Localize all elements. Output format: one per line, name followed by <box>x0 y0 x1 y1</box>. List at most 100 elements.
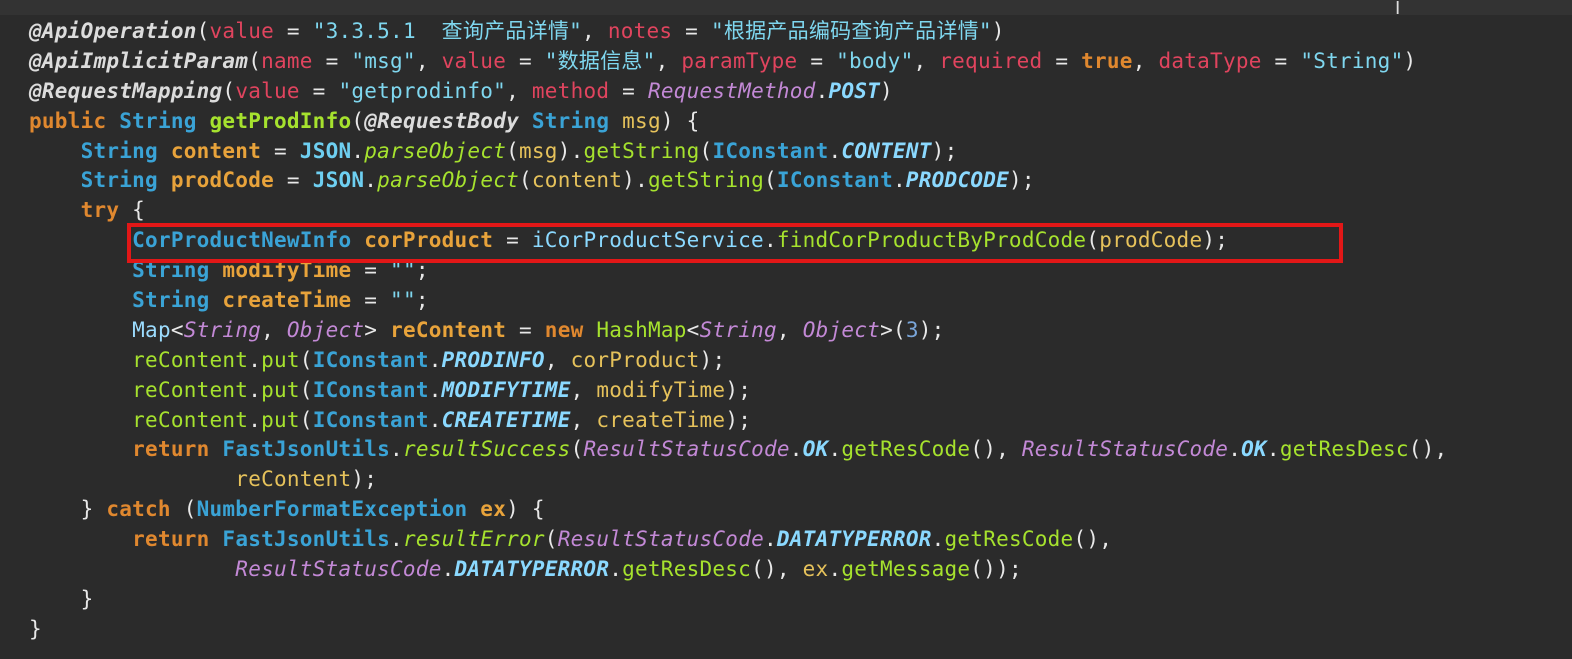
code-token: , <box>913 48 940 73</box>
code-token: ); <box>931 138 958 163</box>
code-token: public <box>29 108 107 133</box>
code-line[interactable]: @RequestMapping(value = "getprodinfo", m… <box>29 77 1447 107</box>
code-area[interactable]: @ApiOperation(value = "3.3.5.1 查询产品详情", … <box>29 17 1447 645</box>
code-token: = <box>312 48 352 73</box>
code-token: < <box>170 317 184 342</box>
code-token: getResDesc <box>622 557 752 582</box>
code-line[interactable]: ResultStatusCode.DATATYPERROR.getResDesc… <box>29 555 1447 585</box>
code-line[interactable]: } <box>29 585 1447 615</box>
code-line[interactable]: Map<String, Object> reContent = new Hash… <box>29 316 1447 346</box>
editor-top-bar <box>0 0 1572 15</box>
code-token: content <box>531 168 623 193</box>
code-token: . <box>828 138 842 163</box>
code-token: true <box>1081 48 1133 73</box>
code-line[interactable]: } catch (NumberFormatException ex) { <box>29 495 1447 525</box>
code-token: resultError <box>402 527 545 552</box>
code-line[interactable]: } <box>29 615 1447 645</box>
code-token: . <box>828 557 842 582</box>
code-token: = <box>609 78 648 103</box>
code-line[interactable]: return FastJsonUtils.resultSuccess(Resul… <box>29 435 1447 465</box>
code-line[interactable]: reContent.put(IConstant.PRODINFO, corPro… <box>29 346 1447 376</box>
code-token: dataType <box>1158 48 1262 73</box>
code-token: , <box>570 407 597 432</box>
code-token: POST <box>828 78 881 103</box>
code-line[interactable]: @ApiImplicitParam(name = "msg", value = … <box>29 47 1447 77</box>
code-token: ) <box>991 19 1005 43</box>
code-token: notes <box>607 19 673 43</box>
code-token: ); <box>1009 168 1035 193</box>
code-token: . <box>609 557 623 582</box>
code-line[interactable]: try { <box>29 196 1447 226</box>
code-token: , <box>415 48 442 73</box>
code-editor[interactable]: @ApiOperation(value = "3.3.5.1 查询产品详情", … <box>0 0 1572 659</box>
code-token: ex <box>802 557 829 582</box>
code-line[interactable]: return FastJsonUtils.resultError(ResultS… <box>29 525 1447 555</box>
code-line[interactable]: String createTime = ""; <box>29 286 1447 316</box>
code-line[interactable]: reContent.put(IConstant.MODIFYTIME, modi… <box>29 376 1447 406</box>
code-token: value <box>209 19 274 43</box>
code-line[interactable]: reContent); <box>29 465 1447 495</box>
code-line[interactable]: reContent.put(IConstant.CREATETIME, crea… <box>29 406 1447 436</box>
code-token: , <box>570 377 597 402</box>
code-token: content <box>170 138 262 163</box>
code-token: ( <box>222 78 236 103</box>
code-token: iCorProductService <box>531 228 764 253</box>
code-token: "body" <box>836 48 914 73</box>
code-token: "getprodinfo" <box>338 78 507 103</box>
code-line[interactable]: String prodCode = JSON.parseObject(conte… <box>29 166 1447 196</box>
code-token: "数据信息" <box>544 48 656 73</box>
code-line[interactable]: public String getProdInfo(@RequestBody S… <box>29 107 1447 137</box>
code-token: ); <box>1202 228 1229 253</box>
code-token: RequestMethod <box>647 78 816 103</box>
code-token: , <box>582 19 608 43</box>
code-token: ( <box>519 168 532 193</box>
code-token: . <box>428 347 442 372</box>
code-token: "" <box>390 288 416 313</box>
code-token: = <box>1261 48 1301 73</box>
code-token: ; <box>415 288 429 313</box>
code-token: OK <box>802 437 829 462</box>
code-token: > <box>364 317 391 342</box>
code-token: (), <box>1408 437 1448 462</box>
code-token: = <box>274 19 313 43</box>
code-token: = <box>1042 48 1082 73</box>
code-token: value <box>235 78 300 103</box>
code-token: . <box>763 228 777 253</box>
code-line[interactable]: CorProductNewInfo corProduct = iCorProdu… <box>29 226 1447 256</box>
code-token: ( <box>764 168 777 193</box>
code-token: getResCode <box>841 437 971 462</box>
code-line[interactable]: String modifyTime = ""; <box>29 256 1447 286</box>
code-token: , <box>776 317 803 342</box>
code-token: IConstant <box>712 138 829 163</box>
code-token: { <box>119 198 146 223</box>
code-token: put <box>261 347 300 372</box>
code-token: getString <box>583 138 700 163</box>
code-token: ( <box>570 437 584 462</box>
code-token: } <box>29 586 94 611</box>
code-token: } <box>29 497 107 522</box>
code-token: = <box>274 168 313 193</box>
code-token: ( <box>1086 228 1100 253</box>
code-token: . <box>815 78 829 103</box>
code-token: IConstant <box>312 377 429 402</box>
code-token: value <box>441 48 507 73</box>
code-token: getProdInfo <box>209 108 352 133</box>
code-line[interactable]: @ApiOperation(value = "3.3.5.1 查询产品详情", … <box>29 17 1447 47</box>
code-token: . <box>441 557 455 582</box>
code-token: put <box>261 377 300 402</box>
code-token: ResultStatusCode <box>235 557 442 582</box>
code-token: @RequestBody <box>364 108 519 133</box>
code-token: , <box>506 78 532 103</box>
code-line[interactable]: String content = JSON.parseObject(msg).g… <box>29 137 1447 167</box>
code-token: ); <box>725 407 752 432</box>
code-token: createTime <box>596 407 726 432</box>
code-token: return <box>132 437 210 462</box>
